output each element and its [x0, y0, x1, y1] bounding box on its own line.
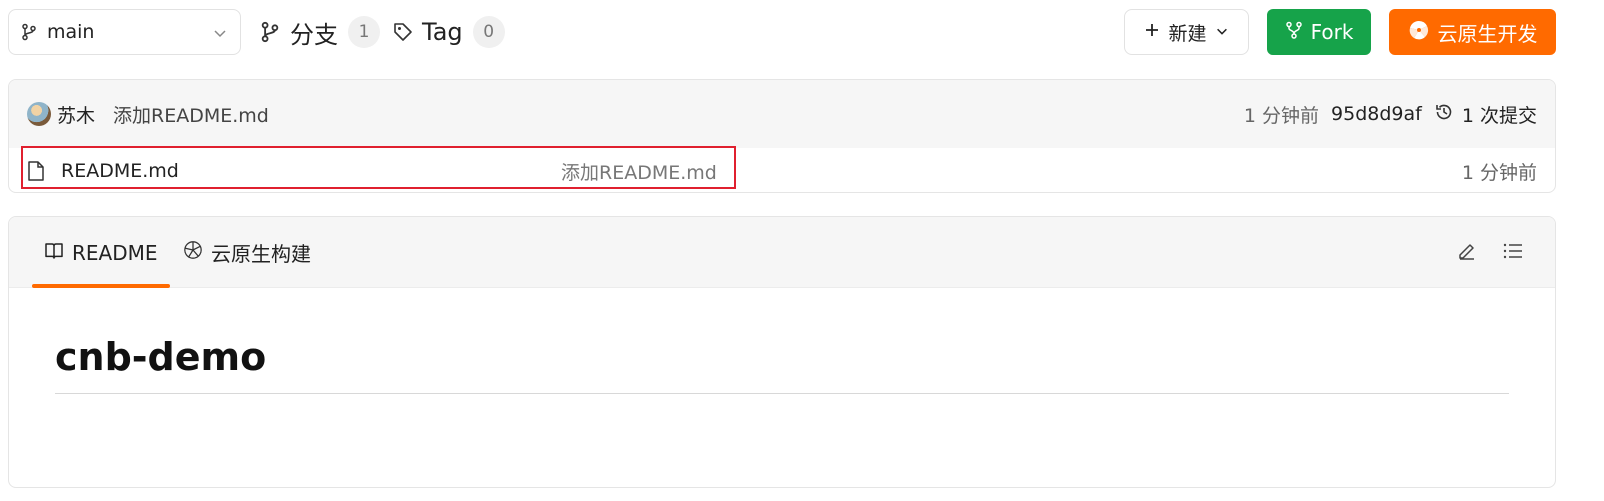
chevron-down-icon	[212, 24, 228, 40]
branches-count-badge: 1	[348, 16, 380, 48]
tags-label: Tag	[422, 18, 463, 46]
branches-label: 分支	[290, 20, 338, 49]
file-icon	[27, 160, 47, 182]
fork-button-label: Fork	[1310, 20, 1354, 44]
tags-link[interactable]: Tag 0	[392, 11, 505, 53]
file-row[interactable]: README.md 添加README.md 1 分钟前	[9, 148, 1555, 192]
latest-commit-bar: 苏木 添加README.md 1 分钟前 95d8d9af 1 次提交	[9, 80, 1555, 148]
commit-author[interactable]: 苏木	[57, 101, 95, 128]
new-button[interactable]: 新建	[1124, 9, 1249, 55]
readme-tabs-bar: README 云原生构建	[9, 217, 1555, 288]
tab-readme-label: README	[72, 240, 158, 265]
file-commit-time: 1 分钟前	[1461, 161, 1537, 184]
repo-toolbar: main 分支 1 Tag 0 新建 Fork 云原生开发	[0, 0, 1604, 66]
new-button-label: 新建	[1168, 22, 1207, 45]
branch-name: main	[47, 21, 95, 43]
commit-meta: 1 分钟前 95d8d9af 1 次提交	[1244, 101, 1537, 128]
file-name-link[interactable]: README.md	[61, 160, 561, 182]
tags-count-badge: 0	[472, 16, 505, 48]
cloud-native-icon	[1408, 19, 1430, 46]
readme-actions	[1455, 239, 1525, 263]
book-icon	[44, 241, 64, 265]
commit-count-label: 1 次提交	[1461, 104, 1537, 127]
commit-message[interactable]: 添加README.md	[113, 101, 269, 128]
file-commit-message[interactable]: 添加README.md	[561, 158, 717, 185]
readme-content: cnb-demo	[55, 335, 1509, 394]
branch-selector[interactable]: main	[8, 9, 241, 55]
git-branch-icon	[21, 23, 37, 41]
readme-heading: cnb-demo	[55, 335, 1509, 394]
branches-link[interactable]: 分支 1	[260, 11, 380, 53]
commit-history-link[interactable]: 1 次提交	[1434, 101, 1537, 128]
cloud-native-dev-button[interactable]: 云原生开发	[1389, 9, 1556, 55]
cloud-native-dev-label: 云原生开发	[1437, 21, 1538, 46]
readme-panel: README 云原生构建 cnb-demo	[8, 216, 1556, 488]
history-icon	[1434, 102, 1454, 127]
fork-icon	[1285, 20, 1303, 44]
commit-hash[interactable]: 95d8d9af	[1331, 103, 1422, 125]
tab-cloud-native-build-label: 云原生构建	[211, 242, 311, 266]
file-browser: 苏木 添加README.md 1 分钟前 95d8d9af 1 次提交 READ…	[8, 79, 1556, 193]
fork-button[interactable]: Fork	[1267, 9, 1371, 55]
tab-cloud-native-build[interactable]: 云原生构建	[183, 217, 311, 288]
tab-readme[interactable]: README	[32, 217, 170, 288]
edit-icon[interactable]	[1455, 239, 1479, 263]
avatar[interactable]	[27, 102, 51, 126]
build-icon	[183, 240, 203, 265]
tag-icon	[392, 21, 414, 43]
plus-icon	[1144, 21, 1160, 43]
chevron-down-icon	[1215, 21, 1229, 43]
commit-time: 1 分钟前	[1243, 104, 1320, 127]
outline-list-icon[interactable]	[1501, 239, 1525, 263]
git-branch-icon	[260, 21, 282, 43]
